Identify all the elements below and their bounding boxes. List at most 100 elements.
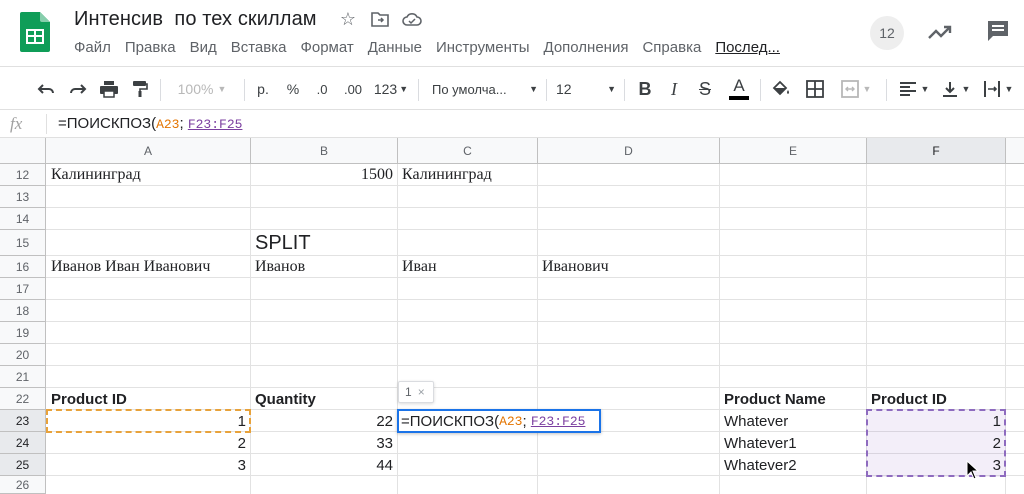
row-header-13[interactable]: 13 [0,186,46,208]
cell-e22[interactable]: Product Name [720,388,866,410]
spreadsheet-grid[interactable]: A B C D E F 12 13 14 15 16 17 18 19 20 2… [0,138,1024,494]
row-header-18[interactable]: 18 [0,300,46,322]
menu-help[interactable]: Справка [642,39,701,56]
document-title[interactable]: Интенсив по тех скиллам [74,8,317,31]
column-header-next[interactable] [1006,138,1024,164]
row-header-17[interactable]: 17 [0,278,46,300]
sheets-logo-icon[interactable] [20,12,50,52]
trending-icon[interactable] [926,18,954,46]
cell-f23[interactable]: 1 [867,410,1005,432]
row-header-22[interactable]: 22 [0,388,46,410]
select-all-corner[interactable] [0,138,46,164]
menu-insert[interactable]: Вставка [231,39,287,56]
column-header-c[interactable]: C [398,138,538,164]
menu-data[interactable]: Данные [368,39,422,56]
cell-a22[interactable]: Product ID [47,388,250,410]
row-header-21[interactable]: 21 [0,366,46,388]
chevron-down-icon: ▼ [217,84,227,94]
column-header-d[interactable]: D [538,138,720,164]
cell-c16[interactable]: Иван [398,256,537,278]
column-header-b[interactable]: B [251,138,398,164]
row-header-23[interactable]: 23 [0,410,46,432]
redo-icon[interactable] [66,67,90,111]
merge-cells-icon[interactable]: ▼ [836,67,876,111]
comment-icon[interactable] [984,17,1012,45]
menu-tools[interactable]: Инструменты [436,39,530,56]
decrease-decimal-button[interactable]: .0 [310,67,334,111]
cell-b22[interactable]: Quantity [251,388,397,410]
text-color-button[interactable]: A [726,67,752,111]
zoom-select[interactable]: 100% ▼ [170,67,234,111]
paint-format-icon[interactable] [128,67,152,111]
menu-edit[interactable]: Правка [125,39,176,56]
currency-format-button[interactable]: р. [252,67,274,111]
vertical-align-icon[interactable]: ▼ [938,67,974,111]
cell-editor-c23[interactable]: =ПОИСКПОЗ(A23; F23:F25 [397,409,601,433]
last-edit-link[interactable]: Послед... [715,39,780,56]
column-header-a[interactable]: A [46,138,251,164]
cell-b24[interactable]: 33 [251,432,397,454]
menu-view[interactable]: Вид [190,39,217,56]
cell-f22[interactable]: Product ID [867,388,1005,410]
font-select[interactable]: По умолча... ▼ [432,67,538,111]
row-header-24[interactable]: 24 [0,432,46,454]
cloud-saved-icon[interactable] [402,9,422,29]
menu-format[interactable]: Формат [300,39,353,56]
cell-a12[interactable]: Калининград [47,164,250,186]
row-header-25[interactable]: 25 [0,454,46,476]
text-wrap-icon[interactable]: ▼ [980,67,1016,111]
undo-icon[interactable] [34,67,58,111]
cell-b16[interactable]: Иванов [251,256,397,278]
column-header-f[interactable]: F [867,138,1006,164]
print-icon[interactable] [96,67,122,111]
more-formats-select[interactable]: 123 ▼ [372,67,410,111]
formula-hint-text: 1 [405,385,412,399]
cell-e24[interactable]: Whatever1 [720,432,866,454]
row-header-15[interactable]: 15 [0,230,46,256]
cell-e23[interactable]: Whatever [720,410,866,432]
increase-decimal-button[interactable]: .00 [340,67,366,111]
zoom-value: 100% [177,81,214,97]
cell-a24[interactable]: 2 [47,432,250,454]
borders-icon[interactable] [802,67,828,111]
cell-b15[interactable]: SPLIT [251,230,397,256]
mouse-pointer-icon [966,460,980,480]
row-header-16[interactable]: 16 [0,256,46,278]
cell-d16[interactable]: Иванович [538,256,719,278]
strikethrough-button[interactable]: S [694,67,716,111]
cell-a25[interactable]: 3 [47,454,250,476]
cell-c12[interactable]: Калининград [398,164,537,186]
row-header-19[interactable]: 19 [0,322,46,344]
cell-a23[interactable]: 1 [47,410,250,432]
row-header-14[interactable]: 14 [0,208,46,230]
cell-b25[interactable]: 44 [251,454,397,476]
menu-addons[interactable]: Дополнения [544,39,629,56]
collaborators-avatar[interactable]: 12 [870,16,904,50]
chevron-down-icon: ▼ [1004,84,1014,94]
star-icon[interactable]: ☆ [338,9,358,29]
row-header-26[interactable]: 26 [0,476,46,494]
move-to-folder-icon[interactable] [370,9,390,29]
cell-f25[interactable]: 3 [867,454,1005,476]
cell-e25[interactable]: Whatever2 [720,454,866,476]
italic-button[interactable]: I [664,67,684,111]
cell-f24[interactable]: 2 [867,432,1005,454]
font-size-select[interactable]: 12 ▼ [556,67,616,111]
cell-b12[interactable]: 1500 [251,164,397,186]
row-header-12[interactable]: 12 [0,164,46,186]
formula-hint-tooltip[interactable]: 1 × [398,381,434,403]
menu-file[interactable]: Файл [74,39,111,56]
column-header-e[interactable]: E [720,138,867,164]
editor-ref-f23-f25: F23:F25 [530,413,586,429]
cell-b23[interactable]: 22 [251,410,397,432]
cell-a16[interactable]: Иванов Иван Иванович [47,256,250,278]
formula-input[interactable]: =ПОИСКПОЗ(A23; F23:F25 [58,115,242,132]
bold-button[interactable]: B [634,67,656,111]
row-header-20[interactable]: 20 [0,344,46,366]
close-icon[interactable]: × [418,385,425,399]
fill-color-icon[interactable] [768,67,794,111]
horizontal-align-icon[interactable]: ▼ [896,67,932,111]
percent-format-button[interactable]: % [282,67,304,111]
more-formats-label: 123 [373,81,398,97]
menu-bar: Файл Правка Вид Вставка Формат Данные Ин… [74,39,794,56]
